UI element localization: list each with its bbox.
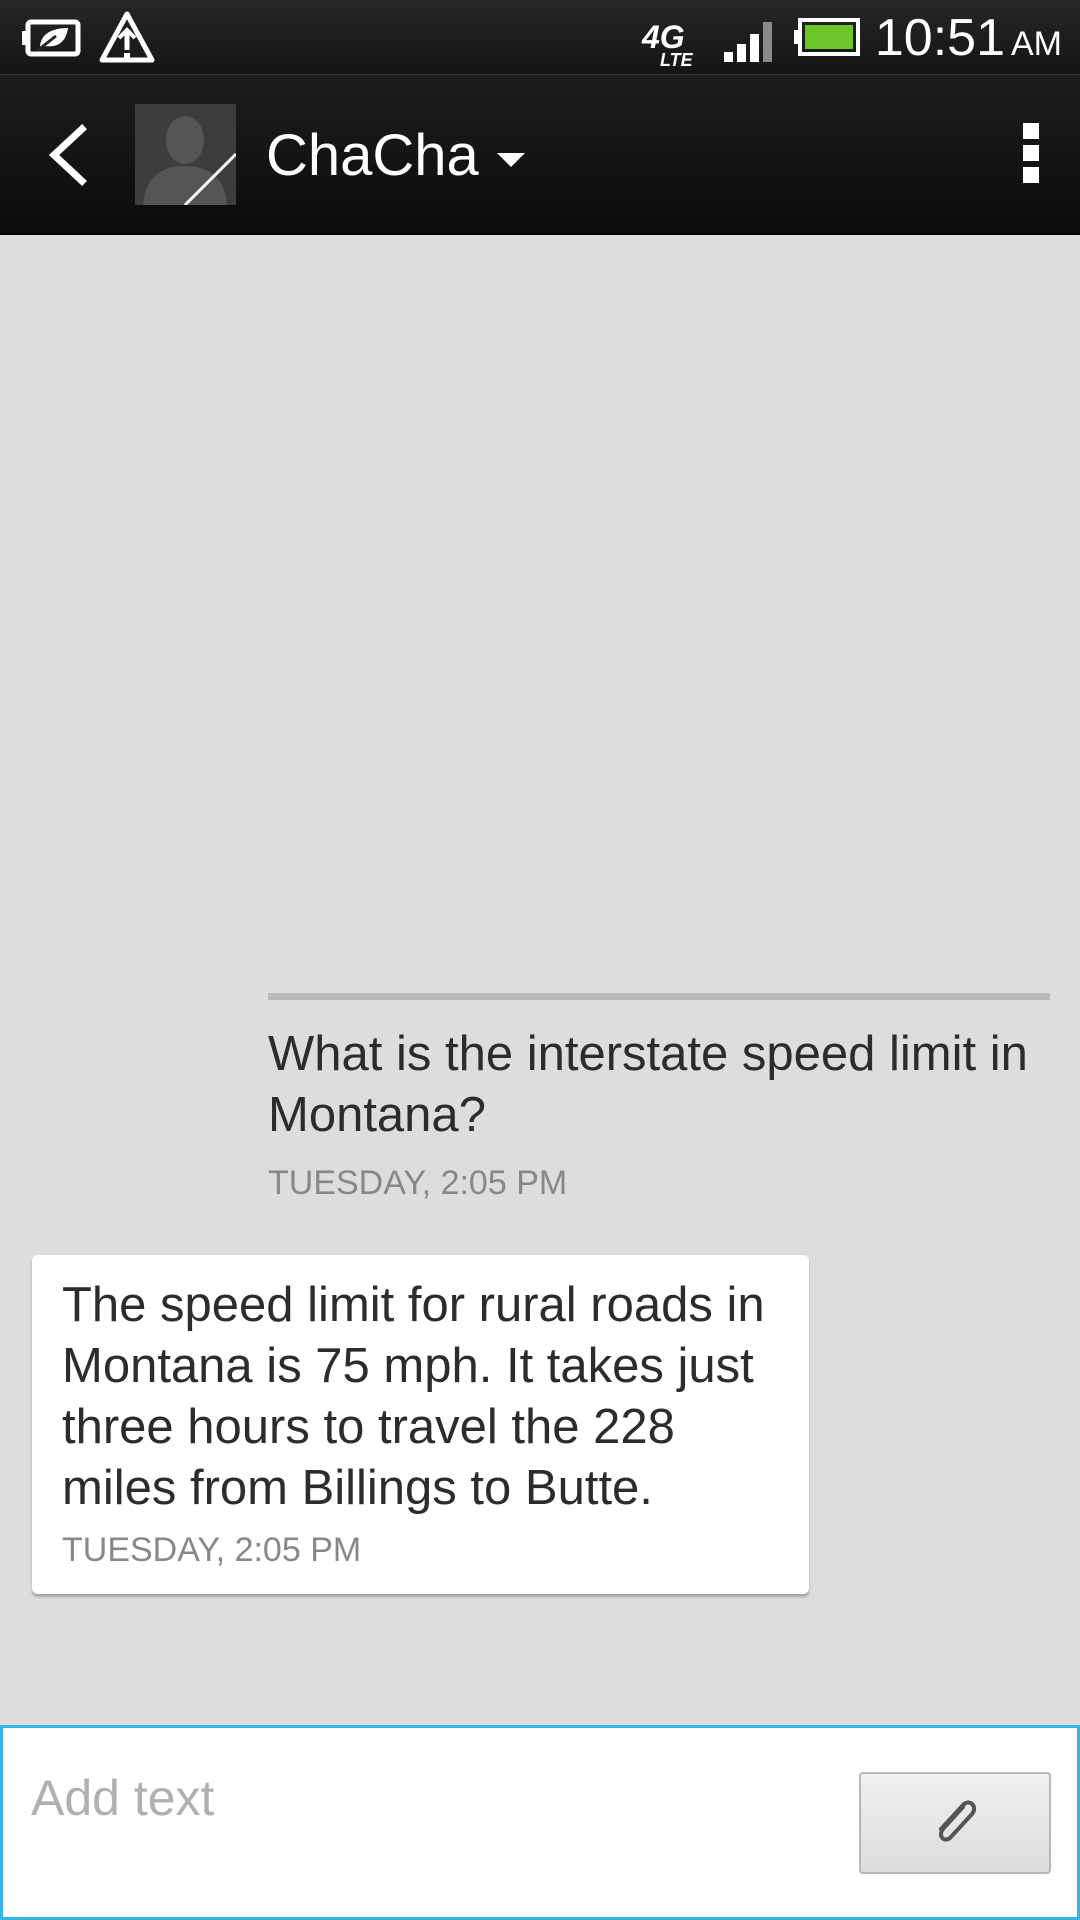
received-message-timestamp: TUESDAY, 2:05 PM [62,1531,362,1569]
signal-icon [724,22,772,62]
power-saver-icon [22,19,81,57]
avatar[interactable] [135,104,236,205]
compose-bar [0,1725,1080,1920]
4g-lte-icon: 4G LTE [641,19,694,70]
contact-name-dropdown[interactable]: ChaCha [266,115,525,195]
contact-avatar-icon [135,104,236,205]
status-time-value: 10:51 [874,9,1005,67]
back-button[interactable] [30,115,110,195]
action-bar: ChaCha [0,75,1080,235]
messaging-screen: 4G LTE 10:51 AM ChaCha What is the inter… [0,0,1080,1920]
sent-message-text: What is the interstate speed limit in Mo… [268,1027,1028,1142]
battery-icon [794,18,860,56]
dropdown-caret-icon [496,153,525,167]
received-message-text: The speed limit for rural roads in Monta… [62,1278,765,1515]
message-input[interactable] [31,1758,831,1838]
contact-name: ChaCha [266,122,479,188]
status-time-ampm: AM [1011,25,1062,63]
attach-button[interactable] [859,1772,1051,1874]
svg-text:LTE: LTE [660,50,694,70]
overflow-menu-button[interactable] [1016,123,1046,193]
received-message-bubble[interactable]: The speed limit for rural roads in Monta… [32,1255,809,1594]
warning-icon [99,11,155,63]
sent-message[interactable]: What is the interstate speed limit in Mo… [268,993,1050,1203]
message-divider [268,993,1050,1000]
conversation-list[interactable]: What is the interstate speed limit in Mo… [0,235,1080,1725]
back-arrow-icon [48,124,87,186]
sent-message-timestamp: TUESDAY, 2:05 PM [268,1164,568,1202]
status-bar: 4G LTE 10:51 AM [0,0,1080,75]
overflow-menu-icon [1016,123,1046,183]
paperclip-icon [939,1800,977,1842]
status-time: 10:51 AM [875,6,1062,76]
